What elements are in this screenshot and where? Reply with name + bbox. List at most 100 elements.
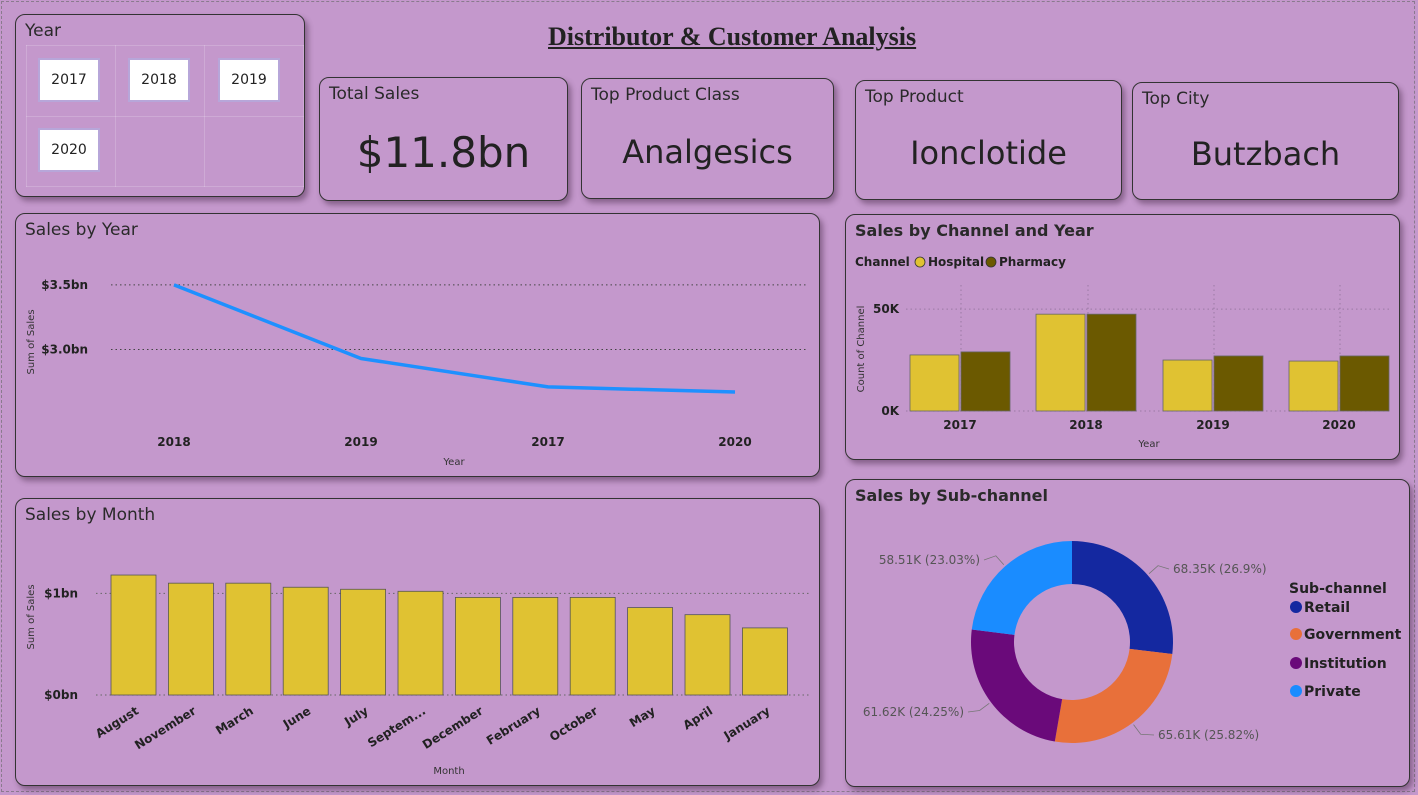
year-slicer-card: Year 2017 2018 2019 2020	[15, 14, 305, 197]
sales-by-year-chart: $3.0bn $3.5bn 2018 2019 2017 2020 Year Sum of S…	[26, 278, 806, 468]
x-tick-label-6: December	[420, 704, 486, 752]
kpi-top-product-class-label: Top Product Class	[591, 85, 740, 105]
y-tick-label-0: 0K	[881, 404, 899, 418]
slice-retail	[1072, 541, 1173, 655]
sales-by-subchannel-chart: 68.35K (26.9%) 65.61K (25.82%) 61.62K (24.…	[863, 541, 1402, 743]
bar-hospital-2017	[909, 354, 960, 412]
legend-label-government: Government	[1304, 627, 1402, 643]
year-option-2017[interactable]: 2017	[38, 58, 100, 102]
slice-institution	[971, 629, 1063, 742]
year-option-2018[interactable]: 2018	[128, 58, 190, 102]
x-axis-title: Month	[433, 766, 464, 777]
x-tick-label-3: June	[280, 704, 313, 732]
bar-February	[512, 597, 559, 696]
bar-pharmacy-2017	[960, 351, 1011, 412]
x-tick-label-7: February	[484, 704, 543, 748]
page-title: Distributor & Customer Analysis	[548, 22, 917, 51]
year-option-2019[interactable]: 2019	[218, 58, 280, 102]
kpi-total-sales: Total Sales $11.8bn	[319, 77, 568, 201]
sales-by-month-chart: $0bn $1bn AugustNovember March June JulySepte…	[26, 574, 811, 777]
bar-May	[627, 607, 673, 696]
y-axis-title: Count of Channel	[856, 306, 867, 393]
kpi-top-city-value: Butzbach	[1190, 135, 1341, 173]
data-label-private: 58.51K (23.03%)	[879, 553, 980, 567]
bar-November	[167, 582, 214, 696]
x-tick-label-0: 2018	[157, 435, 190, 449]
bar-April	[684, 614, 731, 696]
y-axis-title: Sum of Sales	[26, 309, 37, 374]
x-tick-label-3: 2020	[1322, 418, 1355, 432]
kpi-top-city: Top City Butzbach	[1132, 82, 1399, 200]
sales-by-channel-chart: Channel Hospital Pharmacy 0K 50K 2017 2018 2019…	[855, 255, 1391, 450]
slice-private	[971, 541, 1072, 635]
x-tick-label-1: 2018	[1069, 418, 1102, 432]
legend-marker-hospital	[914, 256, 926, 268]
sales-by-channel-card: Sales by Channel and Year Channel Hospita…	[845, 214, 1400, 460]
legend-marker-pharmacy	[985, 256, 997, 268]
x-tick-label-2: 2019	[1196, 418, 1229, 432]
kpi-total-sales-label: Total Sales	[329, 84, 420, 104]
x-tick-label-3: 2020	[718, 435, 751, 449]
y-tick-label-0: $0bn	[44, 688, 78, 702]
leader-line	[1133, 724, 1155, 736]
year-slicer-title: Year	[25, 21, 61, 41]
sales-by-subchannel-card: Sales by Sub-channel 68.35K (26.9%) 65.61…	[845, 479, 1410, 787]
bar-December	[454, 597, 501, 696]
x-tick-label-5: Septem...	[365, 704, 428, 751]
x-tick-label-10: April	[681, 704, 716, 733]
data-label-government: 65.61K (25.82%)	[1158, 728, 1259, 742]
legend-label-private: Private	[1304, 684, 1361, 700]
kpi-top-city-label: Top City	[1142, 89, 1210, 109]
legend-marker-private	[1290, 685, 1302, 697]
x-axis-title: Year	[442, 457, 465, 468]
x-tick-label-11: January	[721, 704, 773, 744]
sales-by-year-card: Sales by Year $3.0bn $3.5bn 2018 2019 2017 20…	[15, 213, 820, 477]
legend-marker-government	[1290, 628, 1302, 640]
x-tick-label-9: May	[627, 704, 658, 731]
slice-government	[1054, 648, 1173, 743]
bar-June	[282, 586, 329, 696]
year-option-2020[interactable]: 2020	[38, 128, 100, 172]
x-axis-title: Year	[1137, 439, 1160, 450]
legend-label-retail: Retail	[1304, 600, 1350, 616]
legend-marker-retail	[1290, 601, 1302, 613]
bar-Septem...	[397, 590, 444, 696]
bar-July	[340, 588, 387, 696]
y-tick-label-1: $1bn	[44, 586, 78, 600]
bar-pharmacy-2019	[1213, 355, 1264, 412]
x-tick-label-1: 2019	[344, 435, 377, 449]
x-tick-label-8: October	[547, 704, 600, 745]
kpi-top-product-class-value: Analgesics	[622, 133, 793, 171]
legend-label-hospital: Hospital	[928, 255, 984, 269]
y-tick-label-1: 50K	[873, 302, 900, 316]
y-tick-label-1: $3.5bn	[41, 278, 88, 292]
bar-hospital-2018	[1035, 313, 1086, 412]
bar-October	[569, 597, 616, 696]
bar-hospital-2019	[1162, 359, 1213, 412]
kpi-top-product-value: Ionclotide	[910, 134, 1067, 172]
kpi-top-product: Top Product Ionclotide	[855, 80, 1122, 200]
x-tick-label-2: 2017	[531, 435, 564, 449]
kpi-top-product-label: Top Product	[865, 87, 964, 107]
bar-August	[110, 574, 157, 696]
bar-pharmacy-2020	[1339, 355, 1390, 412]
leader-line	[983, 555, 1005, 566]
legend-title: Channel	[855, 255, 910, 269]
bar-January	[742, 627, 788, 696]
x-tick-label-1: November	[132, 704, 198, 753]
x-tick-label-0: August	[93, 704, 141, 741]
x-tick-label-2: March	[213, 704, 256, 738]
year-slicer-grid: 2017 2018 2019 2020	[26, 45, 304, 187]
kpi-top-product-class: Top Product Class Analgesics	[581, 78, 834, 199]
y-tick-label-0: $3.0bn	[41, 342, 88, 356]
kpi-total-sales-value: $11.8bn	[356, 128, 531, 177]
data-label-retail: 68.35K (26.9%)	[1173, 562, 1267, 576]
legend-label-institution: Institution	[1304, 656, 1387, 672]
bar-hospital-2020	[1288, 360, 1339, 412]
legend-marker-institution	[1290, 657, 1302, 669]
leader-line	[1148, 565, 1170, 574]
leader-line	[967, 703, 990, 713]
sales-line	[173, 283, 736, 394]
legend-title: Sub-channel	[1289, 581, 1387, 597]
bar-March	[225, 582, 272, 696]
